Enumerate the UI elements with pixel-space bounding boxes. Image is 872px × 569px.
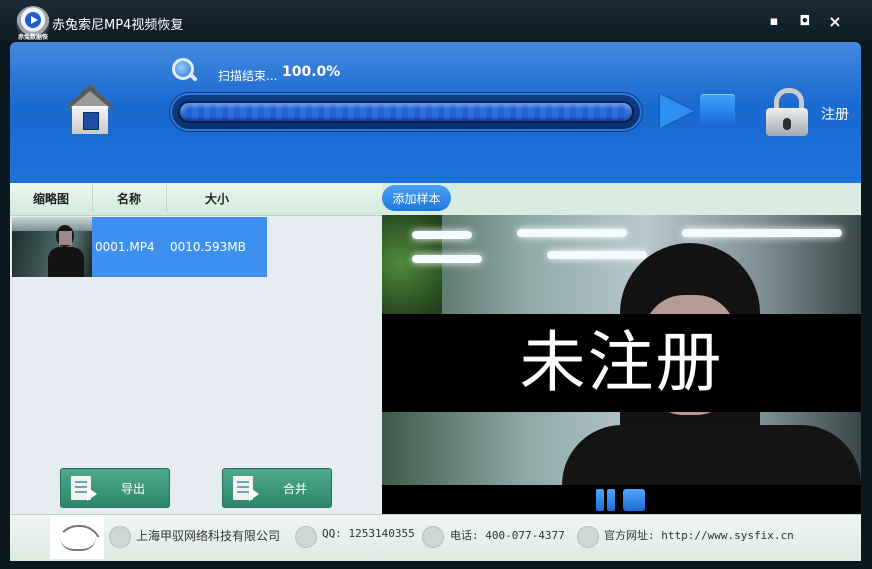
- company-name: 上海甲驭网络科技有限公司: [136, 529, 281, 543]
- export-button[interactable]: 导出: [60, 468, 170, 508]
- website-link[interactable]: 官方网址: http://www.sysfix.cn: [604, 527, 794, 543]
- minimize-button[interactable]: ▪: [764, 12, 784, 32]
- lock-icon[interactable]: [766, 88, 808, 136]
- video-preview[interactable]: 未注册: [382, 215, 861, 514]
- table-row[interactable]: 0001.MP4 0010.593MB: [12, 217, 267, 277]
- file-list-header: 缩略图 名称 大小: [10, 183, 382, 216]
- column-name[interactable]: 名称: [93, 183, 165, 215]
- watermark-text: 未注册: [519, 324, 724, 401]
- register-link[interactable]: 注册: [821, 104, 849, 124]
- qq-number: QQ: 1253140355: [322, 527, 415, 540]
- pause-button[interactable]: [596, 489, 616, 511]
- add-sample-button[interactable]: 添加样本: [382, 185, 451, 211]
- file-name-cell: 0001.MP4: [95, 240, 155, 254]
- window-title: 赤兔索尼MP4视频恢复: [52, 18, 184, 33]
- maximize-button[interactable]: ◘: [795, 12, 815, 32]
- export-button-label: 导出: [121, 482, 146, 496]
- search-icon: [170, 56, 198, 82]
- column-size[interactable]: 大小: [167, 183, 267, 215]
- merge-button-label: 合并: [283, 482, 308, 496]
- file-list-panel: 缩略图 名称 大小 0001.MP4 0010.593MB 导出 合并: [10, 183, 382, 514]
- toolbar-header: 扫描结束... 100.0% 注册: [10, 42, 861, 183]
- title-bar[interactable]: 赤兔数据恢复 赤兔索尼MP4视频恢复 ▪ ◘ ×: [0, 0, 872, 50]
- company-icon: [109, 526, 131, 548]
- app-window: 赤兔数据恢复 赤兔索尼MP4视频恢复 ▪ ◘ × 扫描结束... 100.0% …: [0, 0, 872, 569]
- video-controls: [382, 485, 861, 514]
- footer-bar: 上海甲驭网络科技有限公司 QQ: 1253140355 电话: 400-077-…: [10, 514, 861, 561]
- scan-progress-fill: [180, 103, 632, 121]
- file-size-cell: 0010.593MB: [170, 240, 246, 254]
- phone-number: 电话: 400-077-4377: [450, 529, 565, 542]
- company-logo: [50, 515, 104, 559]
- stop-scan-button[interactable]: [700, 94, 735, 128]
- unregistered-watermark: 未注册: [382, 314, 861, 412]
- scan-progress-bar: [170, 93, 642, 131]
- phone-icon: [422, 526, 444, 548]
- merge-button[interactable]: 合并: [222, 468, 332, 508]
- start-scan-button[interactable]: [660, 94, 694, 128]
- scan-progress-text: 100.0%: [282, 64, 341, 80]
- column-thumbnail[interactable]: 缩略图: [10, 183, 92, 215]
- globe-icon: [577, 526, 599, 548]
- video-thumbnail: [12, 217, 92, 277]
- qq-icon: [295, 526, 317, 548]
- preview-panel: 添加样本 未注册: [382, 183, 861, 514]
- close-button[interactable]: ×: [825, 12, 845, 32]
- app-logo-icon: 赤兔数据恢复: [16, 6, 50, 50]
- scan-status-text: 扫描结束...: [218, 69, 278, 83]
- home-icon[interactable]: [65, 84, 115, 136]
- video-stop-button[interactable]: [623, 489, 645, 511]
